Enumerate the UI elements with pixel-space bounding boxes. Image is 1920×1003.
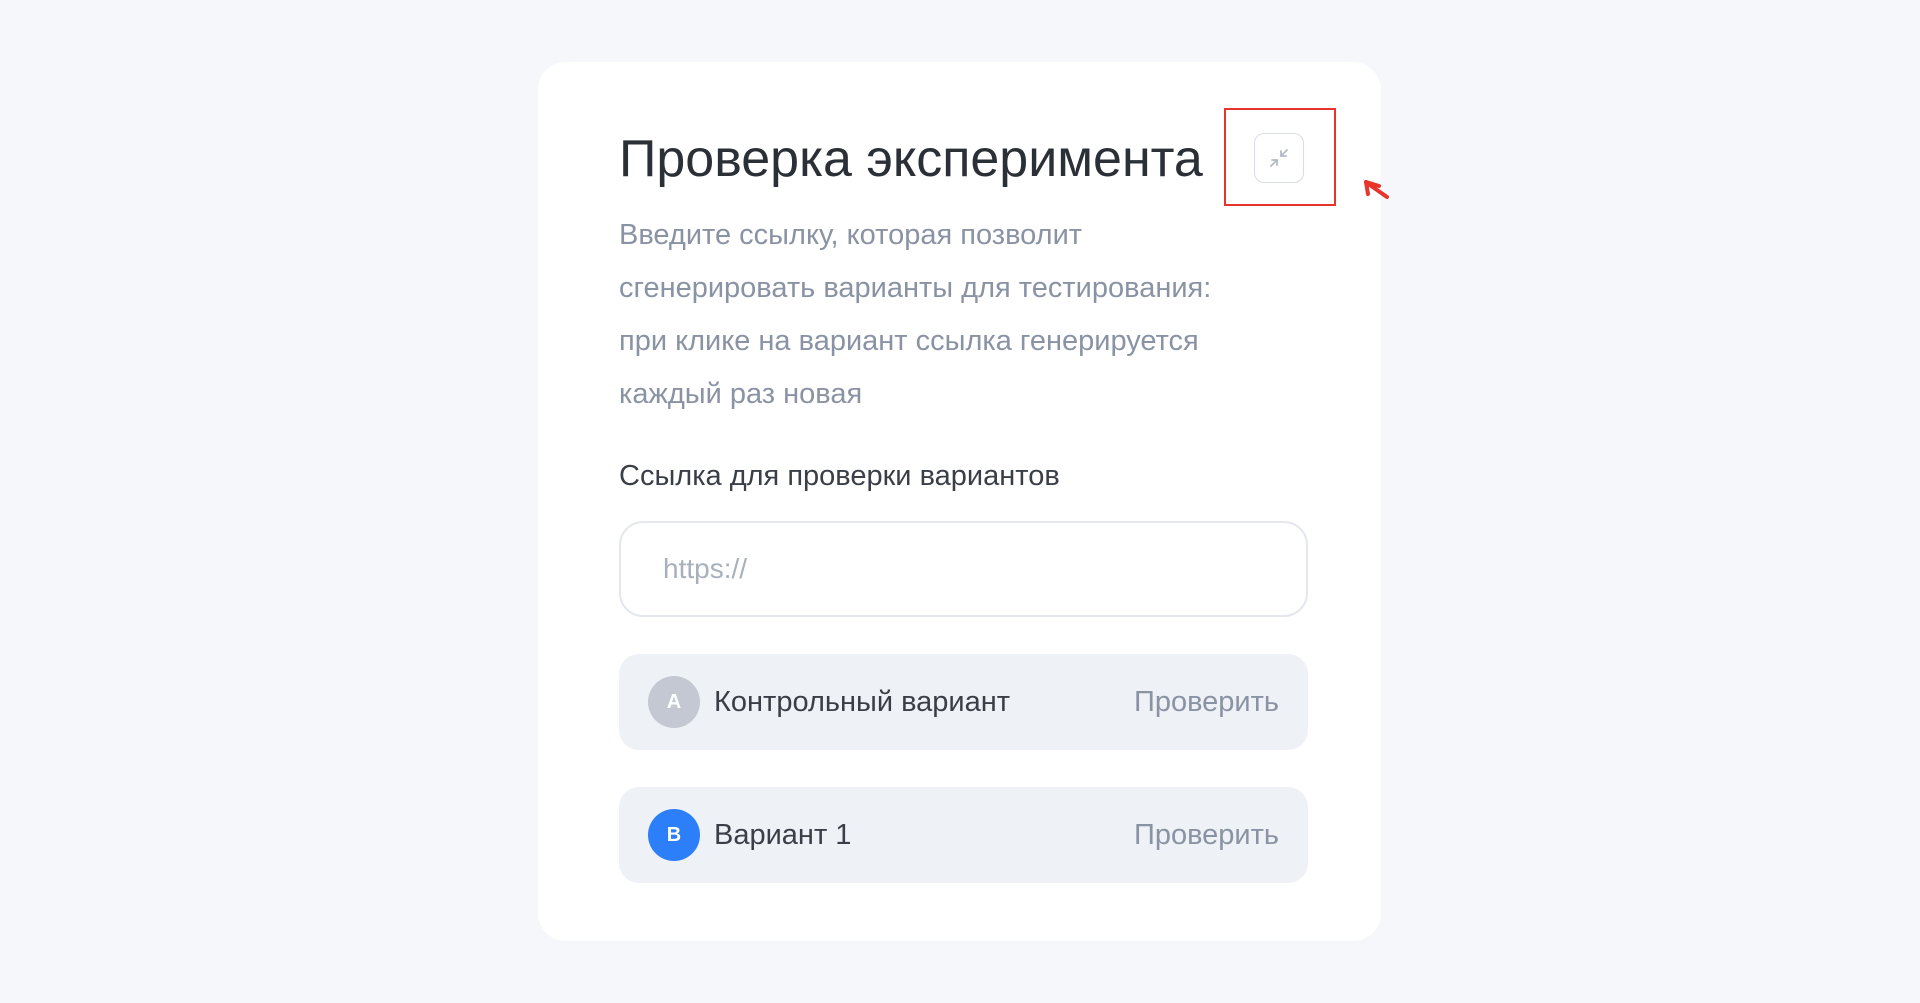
variant-name-a: Контрольный вариант [714,685,1011,718]
page-title: Проверка эксперимента [619,130,1203,188]
variant-row-a[interactable]: A Контрольный вариант Проверить [619,654,1308,750]
annotation-arrow-icon [1364,180,1389,199]
url-field-label: Ссылка для проверки вариантов [619,460,1060,492]
description-text: Введите ссылку, которая позволит сгенери… [619,219,1212,410]
variant-name-b: Вариант 1 [714,818,852,851]
collapse-button[interactable] [1254,133,1304,183]
url-input[interactable] [619,521,1308,617]
experiment-check-card: Проверка эксперимента Введите ссылку, ко… [538,62,1389,941]
variant-row-b[interactable]: B Вариант 1 Проверить [619,787,1308,883]
check-variant-b-button[interactable]: Проверить [1134,819,1279,852]
check-variant-a-button[interactable]: Проверить [1134,686,1279,719]
variant-badge-a: A [648,676,700,728]
collapse-arrows-icon [1270,149,1288,167]
variant-badge-b: B [648,809,700,861]
